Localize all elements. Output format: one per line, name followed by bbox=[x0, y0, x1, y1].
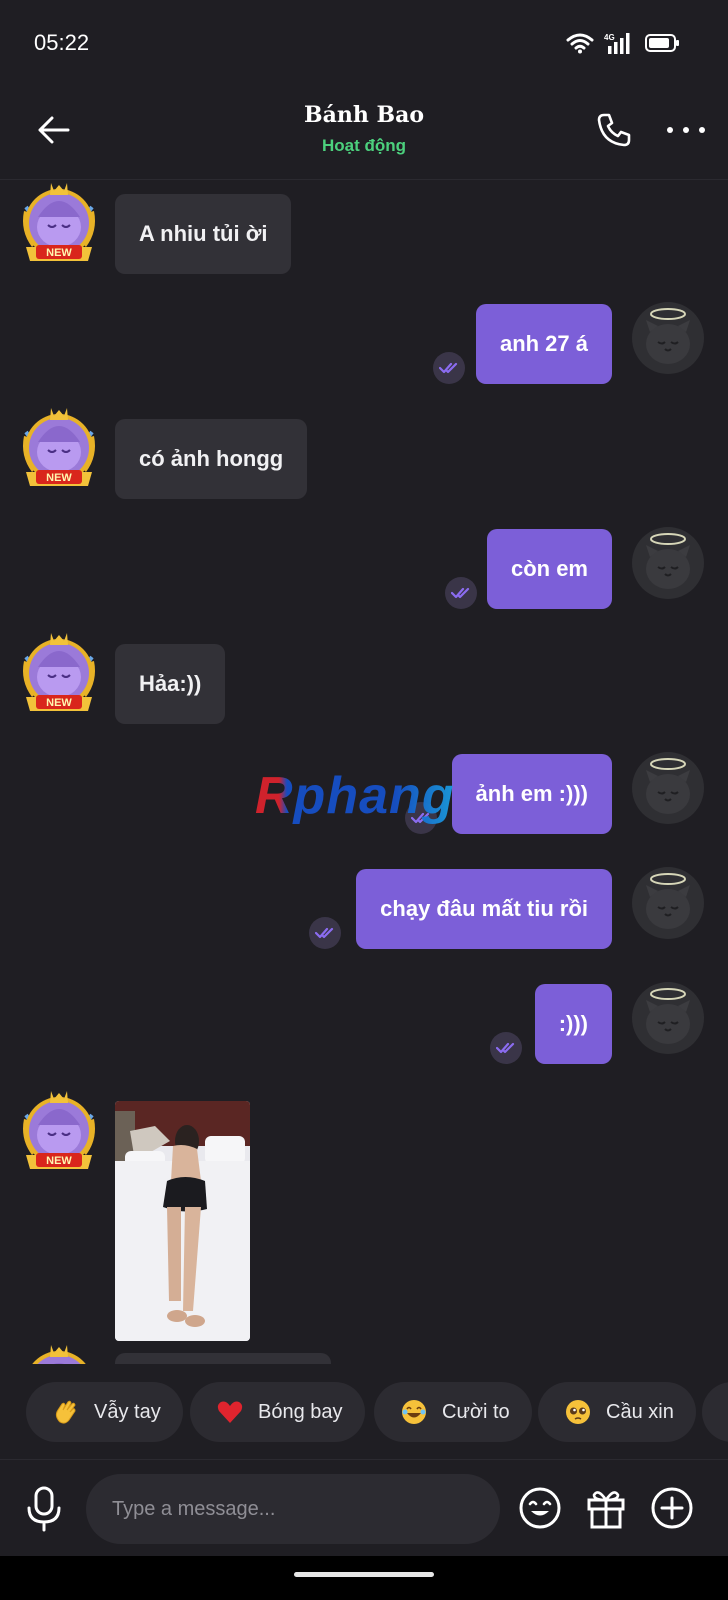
add-attachment-icon[interactable] bbox=[650, 1486, 694, 1530]
contact-avatar[interactable] bbox=[18, 406, 100, 492]
battery-icon bbox=[645, 34, 679, 52]
message-bubble-outgoing[interactable]: anh 27 á bbox=[475, 304, 612, 384]
contact-avatar[interactable] bbox=[18, 631, 100, 717]
more-options-icon[interactable] bbox=[664, 110, 708, 150]
quick-reply-label: Bóng bay bbox=[258, 1400, 343, 1423]
message-bubble-outgoing[interactable]: còn em bbox=[486, 529, 612, 609]
quick-reply-label: Vẫy tay bbox=[94, 1400, 161, 1423]
quick-reply-plead[interactable]: Cầu xin bbox=[538, 1382, 696, 1442]
status-icons: 4G bbox=[566, 32, 680, 54]
laugh-emoji-icon bbox=[402, 1400, 426, 1424]
message-bubble-outgoing[interactable]: :))) bbox=[534, 984, 612, 1064]
user-avatar[interactable] bbox=[632, 302, 704, 374]
message-input[interactable] bbox=[86, 1474, 500, 1544]
read-receipt-icon bbox=[309, 917, 341, 949]
heart-emoji-icon bbox=[217, 1401, 243, 1423]
message-bubble-incoming[interactable]: Hảa:)) bbox=[115, 644, 226, 724]
chat-header: Bánh Bao Hoạt động bbox=[0, 88, 728, 180]
user-avatar[interactable] bbox=[632, 867, 704, 939]
system-nav-bar bbox=[0, 1556, 728, 1600]
home-indicator[interactable] bbox=[294, 1572, 434, 1577]
message-bubble-incoming[interactable]: A nhiu tủi ời bbox=[115, 194, 292, 274]
status-bar: 05:22 4G bbox=[0, 0, 728, 88]
microphone-icon[interactable] bbox=[24, 1484, 64, 1532]
contact-avatar[interactable] bbox=[18, 1089, 100, 1175]
user-avatar[interactable] bbox=[632, 982, 704, 1054]
quick-reply-laugh[interactable]: Cười to bbox=[374, 1382, 532, 1442]
pleading-emoji-icon bbox=[566, 1400, 590, 1424]
quick-reply-bar[interactable]: Vẫy tay Bóng bay Cười to Cầu xin bbox=[0, 1364, 728, 1460]
quick-reply-wave[interactable]: Vẫy tay bbox=[26, 1382, 183, 1442]
quick-reply-balloon[interactable]: Bóng bay bbox=[190, 1382, 365, 1442]
message-bubble-outgoing[interactable]: chạy đâu mất tiu rồi bbox=[356, 869, 612, 949]
network-type-label: 4G bbox=[604, 33, 615, 42]
emoji-icon[interactable] bbox=[518, 1486, 562, 1530]
read-receipt-icon bbox=[490, 1032, 522, 1064]
message-bubble-incoming[interactable]: có ảnh hongg bbox=[115, 419, 308, 499]
phone-icon[interactable] bbox=[594, 110, 634, 150]
user-avatar[interactable] bbox=[632, 527, 704, 599]
message-list[interactable]: A nhiu tủi ời anh 27 á có ảnh hongg còn … bbox=[0, 181, 728, 1364]
message-input-bar bbox=[0, 1460, 728, 1556]
cellular-signal-icon: 4G bbox=[604, 33, 630, 54]
read-receipt-icon bbox=[433, 352, 465, 384]
wifi-icon bbox=[566, 33, 594, 54]
message-bubble-outgoing[interactable]: ảnh em :))) bbox=[451, 754, 612, 834]
quick-reply-label: Cười to bbox=[442, 1400, 510, 1423]
wave-emoji-icon bbox=[55, 1400, 76, 1424]
quick-reply-label: Cầu xin bbox=[606, 1400, 674, 1423]
read-receipt-icon bbox=[445, 577, 477, 609]
message-bubble-incoming-partial[interactable] bbox=[115, 1353, 331, 1364]
user-avatar[interactable] bbox=[632, 752, 704, 824]
contact-avatar[interactable] bbox=[18, 181, 100, 267]
contact-avatar[interactable] bbox=[18, 1343, 100, 1364]
read-receipt-icon bbox=[405, 802, 437, 834]
quick-reply-more[interactable] bbox=[702, 1382, 728, 1442]
image-message[interactable] bbox=[115, 1101, 250, 1341]
gift-icon[interactable] bbox=[584, 1486, 628, 1530]
photo-thumbnail bbox=[115, 1101, 250, 1341]
status-time: 05:22 bbox=[34, 30, 90, 55]
